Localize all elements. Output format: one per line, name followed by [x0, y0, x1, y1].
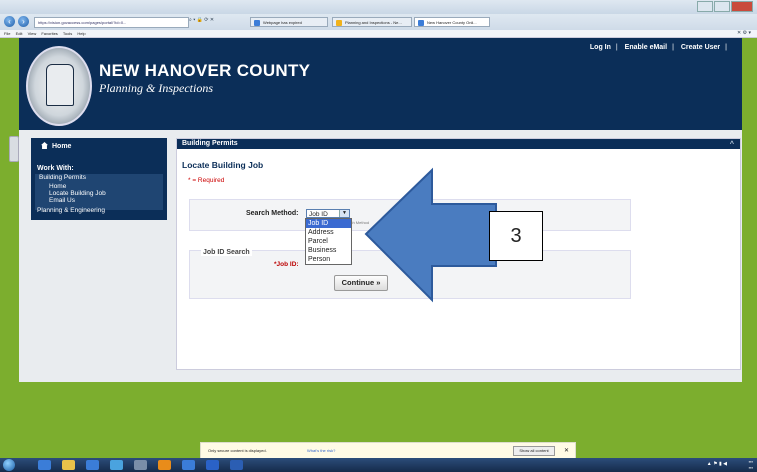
arrow-shape [364, 167, 497, 303]
outlook-taskbar-icon[interactable] [158, 460, 171, 470]
login-link[interactable]: Log In [590, 44, 611, 51]
menu-right-icons[interactable]: ✕ ⚙ ▾ [737, 30, 751, 37]
tab-new-hanover[interactable]: New Hanover County Onli... [414, 17, 490, 27]
enable-email-link[interactable]: Enable eMail [625, 44, 667, 51]
show-all-content-button[interactable]: Show all content [513, 446, 555, 456]
menu-favorites[interactable]: Favorites [41, 31, 57, 36]
option-address[interactable]: Address [306, 228, 351, 237]
close-icon[interactable]: ✕ [564, 443, 569, 459]
home-icon [41, 142, 48, 149]
window-titlebar [0, 0, 757, 14]
start-button[interactable] [3, 459, 15, 471]
ie-icon [418, 20, 424, 26]
ie-icon [254, 20, 260, 26]
app2-taskbar-icon[interactable] [134, 460, 147, 470]
annotation-number: 3 [489, 211, 543, 261]
browser-taskbar-icon[interactable] [86, 460, 99, 470]
taskbar: ▲ ⚑ ▮ ◀ ▪▪▪ ▪▪▪ [0, 458, 757, 472]
tab-planning[interactable]: Planning and Inspections - Ne... [332, 17, 412, 27]
create-user-link[interactable]: Create User [681, 44, 720, 51]
sidebar-item-planning[interactable]: Planning & Engineering [37, 207, 105, 214]
infobar-risk-link[interactable]: What's the risk? [307, 443, 335, 459]
section-title: Building Permits [182, 140, 238, 147]
search-method-select[interactable]: Job ID ▼ [306, 209, 350, 218]
menu-file[interactable]: File [4, 31, 10, 36]
section-title-bar: Building Permits ^ [177, 139, 740, 149]
option-business[interactable]: Business [306, 246, 351, 255]
job-id-label: *Job ID: [274, 261, 299, 268]
site-header: Log In | Enable eMail | Create User | NEW H… [19, 38, 742, 130]
back-button[interactable]: ‹ [4, 16, 15, 27]
required-note: * = Required [188, 177, 225, 184]
sidebar-handle[interactable] [9, 136, 19, 162]
option-parcel[interactable]: Parcel [306, 237, 351, 246]
system-tray-icons[interactable]: ▲ ⚑ ▮ ◀ [707, 461, 727, 467]
word-taskbar-icon[interactable] [230, 460, 243, 470]
option-job-id[interactable]: Job ID [306, 219, 351, 228]
search-method-dropdown: Job ID Address Parcel Business Person [305, 218, 352, 265]
work-with-heading: Work With: [37, 165, 74, 172]
sidebar-item-locate[interactable]: Locate Building Job [49, 190, 106, 197]
menu-edit[interactable]: Edit [16, 31, 23, 36]
seal-tower-icon [46, 64, 74, 106]
sidebar-item-home[interactable]: Home [41, 142, 71, 150]
county-title: NEW HANOVER COUNTY [99, 61, 311, 80]
maximize-button[interactable] [714, 1, 730, 12]
annotation-arrow [364, 167, 497, 303]
sidebar-item-sub-home[interactable]: Home [49, 183, 66, 190]
app3-taskbar-icon[interactable] [182, 460, 195, 470]
clock[interactable]: ▪▪▪ ▪▪▪ [749, 459, 753, 471]
page-title: Locate Building Job [182, 160, 264, 170]
ie-taskbar-icon[interactable] [38, 460, 51, 470]
menu-help[interactable]: Help [77, 31, 85, 36]
close-window-button[interactable] [731, 1, 753, 12]
infobar-text: Only secure content is displayed. [208, 448, 267, 453]
search-method-label: Search Method: [246, 210, 299, 217]
folder-taskbar-icon[interactable] [62, 460, 75, 470]
chevron-down-icon[interactable]: ▼ [339, 210, 349, 217]
forward-button[interactable]: › [18, 16, 29, 27]
menu-tools[interactable]: Tools [63, 31, 72, 36]
tab-webpage-expired[interactable]: Webpage has expired [250, 17, 328, 27]
ie2-taskbar-icon[interactable] [206, 460, 219, 470]
option-person[interactable]: Person [306, 255, 351, 264]
sidebar-item-email[interactable]: Email Us [49, 197, 75, 204]
sidebar-nav: Home Work With: Building Permits Home Lo… [31, 138, 167, 220]
menu-bar: File Edit View Favorites Tools Help [0, 30, 757, 38]
collapse-icon[interactable]: ^ [730, 140, 734, 150]
window-controls [697, 1, 753, 12]
app-taskbar-icon[interactable] [110, 460, 123, 470]
job-id-search-legend: Job ID Search [201, 249, 252, 256]
folder-icon [336, 20, 342, 26]
sidebar-item-building-permits[interactable]: Building Permits [39, 174, 86, 181]
county-seal-logo [26, 46, 92, 126]
menu-view[interactable]: View [28, 31, 37, 36]
top-links: Log In | Enable eMail | Create User | [589, 44, 727, 51]
url-field[interactable]: https://vision.govaccess.com/pages/porta… [34, 17, 189, 28]
department-subtitle: Planning & Inspections [99, 81, 213, 95]
url-tools-icons[interactable]: ⌕ ▾ 🔒 ⟳ ✕ [189, 17, 214, 23]
minimize-button[interactable] [697, 1, 713, 12]
